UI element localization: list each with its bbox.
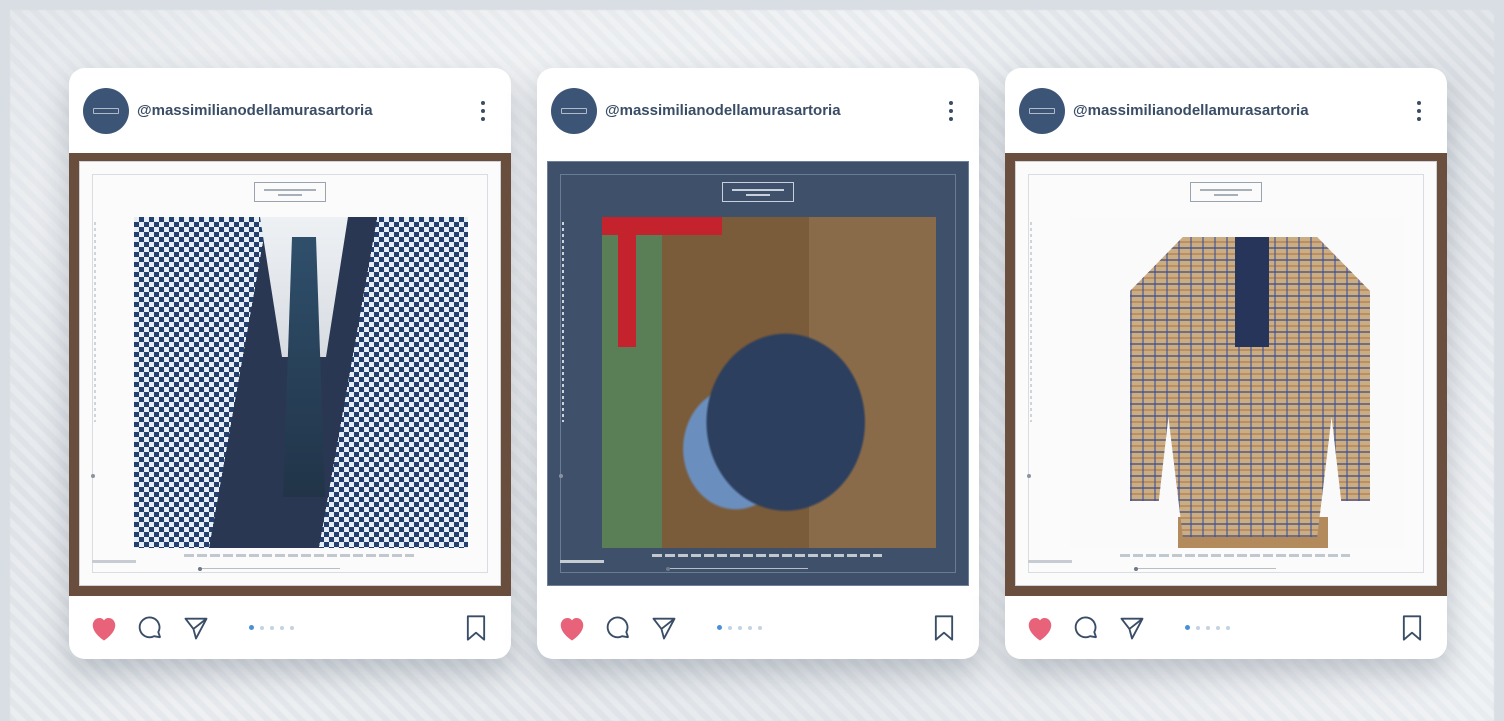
post-header: @massimilianodellamurasartoria [537, 68, 979, 153]
poster-logo-tag [722, 182, 794, 202]
carousel-indicator [717, 625, 927, 630]
post-image[interactable] [1005, 153, 1447, 596]
heart-icon[interactable] [87, 611, 121, 645]
heart-icon[interactable] [1023, 611, 1057, 645]
carousel-dot [1216, 625, 1220, 630]
carousel-dot [290, 625, 294, 630]
post-image[interactable] [537, 153, 979, 596]
post-card: @massimilianodellamurasartoria [69, 68, 511, 659]
username[interactable]: @massimilianodellamurasartoria [137, 102, 471, 119]
poster-logo-tag [1190, 182, 1262, 202]
avatar-logo [93, 107, 119, 114]
more-options-icon[interactable] [1407, 96, 1431, 126]
carousel-dot-active [717, 625, 722, 630]
username[interactable]: @massimilianodellamurasartoria [1073, 102, 1407, 119]
more-options-icon[interactable] [471, 96, 495, 126]
bookmark-icon[interactable] [1395, 611, 1429, 645]
carousel-dot [260, 625, 264, 630]
carousel-indicator [1185, 625, 1395, 630]
carousel-dot [1206, 625, 1210, 630]
carousel-dot [280, 625, 284, 630]
carousel-dot [1196, 625, 1200, 630]
comment-icon[interactable] [601, 611, 635, 645]
carousel-dot [738, 625, 742, 630]
avatar[interactable] [83, 87, 129, 134]
post-actions [69, 596, 511, 659]
blazer-photo [1070, 217, 1404, 548]
jacket-photo [134, 217, 468, 548]
post-actions [537, 596, 979, 659]
carousel-dot [728, 625, 732, 630]
post-header: @massimilianodellamurasartoria [69, 68, 511, 153]
post-image[interactable] [69, 153, 511, 596]
post-card: @massimilianodellamurasartoria [537, 68, 979, 659]
username[interactable]: @massimilianodellamurasartoria [605, 102, 939, 119]
heart-icon[interactable] [555, 611, 589, 645]
send-icon[interactable] [179, 611, 213, 645]
avatar-logo [1029, 107, 1055, 114]
send-icon[interactable] [647, 611, 681, 645]
poster-frame [79, 161, 501, 586]
poster-logo-tag [254, 182, 326, 202]
avatar[interactable] [1019, 87, 1065, 134]
carousel-dot-active [249, 625, 254, 630]
avatar-logo [561, 107, 587, 114]
more-options-icon[interactable] [939, 96, 963, 126]
comment-icon[interactable] [133, 611, 167, 645]
poster-frame [547, 161, 969, 586]
bag-photo [602, 217, 936, 548]
carousel-dot [1226, 625, 1230, 630]
poster-frame [1015, 161, 1437, 586]
bookmark-icon[interactable] [927, 611, 961, 645]
post-actions [1005, 596, 1447, 659]
avatar[interactable] [551, 87, 597, 134]
carousel-dot [270, 625, 274, 630]
carousel-indicator [249, 625, 459, 630]
carousel-dot [748, 625, 752, 630]
post-header: @massimilianodellamurasartoria [1005, 68, 1447, 153]
comment-icon[interactable] [1069, 611, 1103, 645]
send-icon[interactable] [1115, 611, 1149, 645]
post-card: @massimilianodellamurasartoria [1005, 68, 1447, 659]
post-cards: @massimilianodellamurasartoria @massimil… [69, 68, 1447, 659]
carousel-dot [758, 625, 762, 630]
carousel-dot-active [1185, 625, 1190, 630]
bookmark-icon[interactable] [459, 611, 493, 645]
